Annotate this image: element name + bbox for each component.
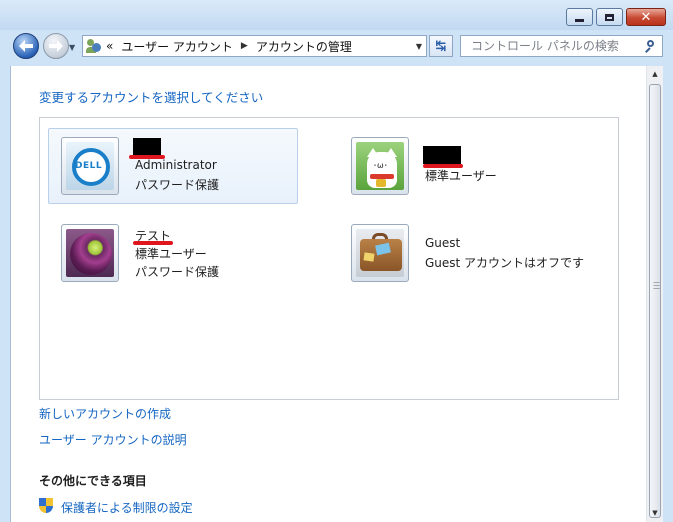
account-list: DELL Administrator パスワード保護 ･ω･ 標準ユーザー テス… bbox=[39, 117, 619, 400]
scroll-down-icon[interactable]: ▼ bbox=[647, 505, 663, 522]
grip-icon: — — — bbox=[653, 278, 660, 292]
account-type: 標準ユーザー bbox=[425, 169, 497, 183]
page-heading[interactable]: 変更するアカウントを選択してください bbox=[39, 87, 263, 106]
additional-tasks-heading: その他にできる項目 bbox=[39, 474, 147, 488]
breadcrumb-separator-icon[interactable]: ▶ bbox=[241, 41, 248, 51]
account-tile-guest[interactable]: Guest Guest アカウントはオフです bbox=[338, 215, 588, 291]
user-accounts-icon bbox=[86, 39, 102, 53]
vertical-scrollbar[interactable]: ▲ — — — ▼ bbox=[646, 66, 663, 522]
title-bar: ✕ bbox=[0, 0, 673, 30]
minimize-button[interactable] bbox=[566, 8, 593, 26]
recent-pages-dropdown[interactable]: ▼ bbox=[69, 43, 79, 53]
back-arrow-icon bbox=[19, 40, 33, 52]
address-overflow[interactable]: « bbox=[106, 39, 113, 53]
close-icon: ✕ bbox=[640, 9, 652, 25]
chevron-down-icon: ▼ bbox=[69, 43, 76, 52]
search-icon[interactable] bbox=[644, 40, 656, 53]
window-frame bbox=[663, 66, 673, 522]
search-box bbox=[460, 35, 663, 57]
account-picture: ･ω･ bbox=[351, 137, 409, 195]
account-type: 標準ユーザー bbox=[135, 247, 207, 261]
address-dropdown-icon[interactable]: ▼ bbox=[416, 42, 422, 51]
breadcrumb-user-accounts[interactable]: ユーザー アカウント bbox=[121, 38, 233, 55]
parental-controls-link[interactable]: 保護者による制限の設定 bbox=[61, 499, 193, 516]
account-picture: DELL bbox=[61, 137, 119, 195]
redacted-name bbox=[423, 146, 461, 164]
purple-ball-icon bbox=[66, 229, 114, 277]
about-user-accounts-link[interactable]: ユーザー アカウントの説明 bbox=[39, 431, 187, 448]
account-type: Guest アカウントはオフです bbox=[425, 256, 585, 270]
create-account-link[interactable]: 新しいアカウントの作成 bbox=[39, 405, 171, 422]
lucky-cat-icon: ･ω･ bbox=[356, 142, 404, 190]
minimize-icon bbox=[575, 18, 584, 22]
suitcase-icon bbox=[356, 229, 404, 277]
address-bar[interactable]: « ユーザー アカウント ▶ アカウントの管理 ▼ bbox=[82, 35, 427, 57]
forward-button[interactable] bbox=[43, 33, 69, 59]
close-button[interactable]: ✕ bbox=[626, 8, 666, 26]
content-pane: 変更するアカウントを選択してください DELL Administrator パス… bbox=[10, 66, 647, 522]
back-button[interactable] bbox=[13, 33, 39, 59]
scroll-thumb[interactable]: — — — bbox=[649, 84, 661, 518]
redacted-name bbox=[133, 138, 161, 156]
account-status: パスワード保護 bbox=[135, 178, 220, 192]
account-status: パスワード保護 bbox=[135, 265, 220, 279]
refresh-button[interactable]: ↹ bbox=[429, 35, 453, 57]
maximize-button[interactable] bbox=[596, 8, 623, 26]
uac-shield-icon bbox=[39, 498, 54, 514]
navigation-bar: ▼ « ユーザー アカウント ▶ アカウントの管理 ▼ ↹ bbox=[0, 30, 673, 64]
search-input[interactable] bbox=[469, 38, 643, 54]
account-tile-standard-user[interactable]: ･ω･ 標準ユーザー bbox=[338, 128, 588, 204]
dell-logo-icon: DELL bbox=[66, 142, 114, 190]
forward-arrow-icon bbox=[49, 40, 63, 52]
account-picture bbox=[351, 224, 409, 282]
breadcrumb-manage-accounts[interactable]: アカウントの管理 bbox=[256, 38, 352, 55]
account-tile-administrator[interactable]: DELL Administrator パスワード保護 bbox=[48, 128, 298, 204]
maximize-icon bbox=[605, 13, 614, 21]
account-tile-test[interactable]: テスト 標準ユーザー パスワード保護 bbox=[48, 215, 298, 291]
refresh-icon: ↹ bbox=[435, 38, 447, 54]
scroll-up-icon[interactable]: ▲ bbox=[647, 66, 663, 83]
account-type: Administrator bbox=[135, 158, 217, 172]
account-picture bbox=[61, 224, 119, 282]
account-name: Guest bbox=[425, 236, 461, 250]
